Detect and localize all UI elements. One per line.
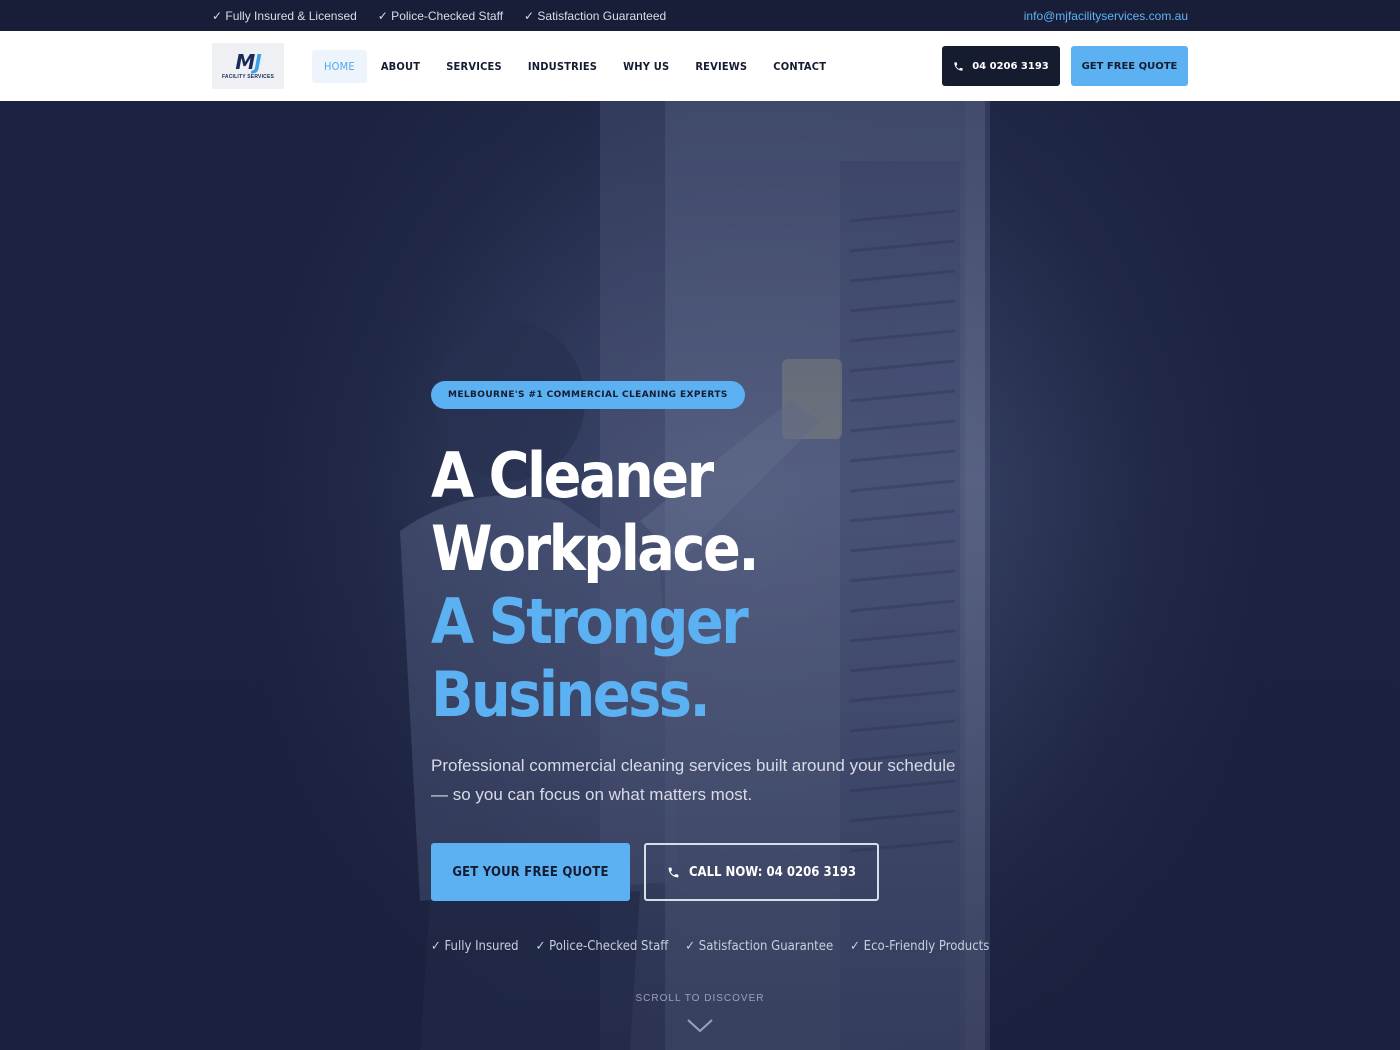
nav-about[interactable]: ABOUT <box>369 50 432 83</box>
header-phone-label: 04 0206 3193 <box>972 60 1049 72</box>
nav-services[interactable]: SERVICES <box>434 50 514 83</box>
topbar-trust-item: ✓ Police-Checked Staff <box>377 8 504 23</box>
nav-home[interactable]: HOME <box>312 49 367 83</box>
free-quote-button[interactable]: GET YOUR FREE QUOTE <box>431 843 630 901</box>
topbar-trust-item: ✓ Satisfaction Guaranteed <box>524 8 667 23</box>
hero-trust-item: ✓ Satisfaction Guarantee <box>685 939 834 954</box>
nav-industries[interactable]: INDUSTRIES <box>516 50 609 83</box>
hero-trust-list: ✓ Fully Insured ✓ Police-Checked Staff ✓… <box>431 939 1031 954</box>
phone-icon <box>954 61 963 71</box>
hero-headline: A Cleaner Workplace. A Stronger Business… <box>431 439 1031 731</box>
email-link[interactable]: info@mjfacilityservices.com.au <box>1024 9 1188 23</box>
hero-section: MELBOURNE'S #1 COMMERCIAL CLEANING EXPER… <box>0 101 1400 1050</box>
site-logo[interactable]: MJ FACILITY SERVICES <box>212 43 284 89</box>
hero-lead: Professional commercial cleaning service… <box>431 756 956 804</box>
nav-reviews[interactable]: REVIEWS <box>683 50 759 83</box>
header-phone-button[interactable]: 04 0206 3193 <box>942 46 1060 86</box>
call-now-button[interactable]: CALL NOW: 04 0206 3193 <box>644 843 879 901</box>
hero-headline-line1: A Cleaner Workplace. <box>431 439 760 585</box>
main-nav: HOME ABOUT SERVICES INDUSTRIES WHY US RE… <box>312 49 838 83</box>
nav-why-us[interactable]: WHY US <box>611 50 681 83</box>
header-quote-button[interactable]: GET FREE QUOTE <box>1071 46 1188 86</box>
hero-headline-line2: A Stronger Business. <box>431 585 749 731</box>
topbar-trust-item: ✓ Fully Insured & Licensed <box>212 8 357 23</box>
hero-content: MELBOURNE'S #1 COMMERCIAL CLEANING EXPER… <box>431 381 1031 954</box>
hero-trust-item: ✓ Police-Checked Staff <box>535 939 669 954</box>
logo-mark: MJ <box>235 50 261 74</box>
scroll-label: SCROLL TO DISCOVER <box>635 993 765 1004</box>
logo-subtitle: FACILITY SERVICES <box>221 74 275 80</box>
hero-trust-item: ✓ Eco-Friendly Products <box>850 939 990 954</box>
topbar-trust-list: ✓ Fully Insured & Licensed ✓ Police-Chec… <box>212 9 666 23</box>
site-header: MJ FACILITY SERVICES HOME ABOUT SERVICES… <box>0 31 1400 101</box>
top-bar: ✓ Fully Insured & Licensed ✓ Police-Chec… <box>0 0 1400 31</box>
phone-icon <box>668 867 679 877</box>
hero-trust-item: ✓ Fully Insured <box>431 939 519 954</box>
call-now-label: CALL NOW: 04 0206 3193 <box>688 864 857 880</box>
nav-contact[interactable]: CONTACT <box>761 50 838 83</box>
hero-badge: MELBOURNE'S #1 COMMERCIAL CLEANING EXPER… <box>431 381 745 409</box>
chevron-down-icon[interactable] <box>687 1019 713 1033</box>
